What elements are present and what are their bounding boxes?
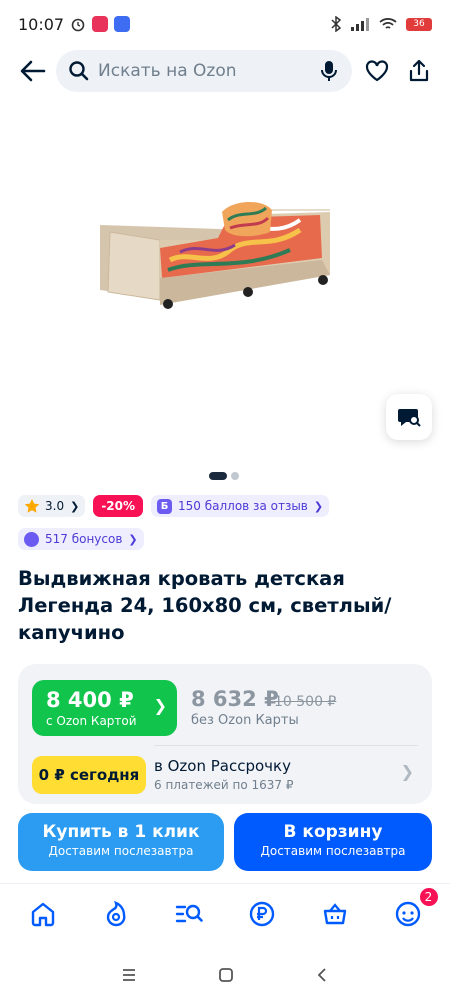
- chat-search-icon: [398, 409, 421, 427]
- chevron-right-icon: ❯: [128, 532, 138, 546]
- share-icon[interactable]: [406, 58, 432, 84]
- bluetooth-icon: [331, 16, 342, 32]
- installment-today-badge[interactable]: 0 ₽ сегодня: [32, 756, 146, 794]
- gallery-dot[interactable]: [231, 472, 239, 480]
- bonuses-label: 517 бонусов: [45, 532, 123, 546]
- installment-detail: 6 платежей по 1637 ₽: [154, 778, 294, 792]
- heart-icon[interactable]: [364, 58, 390, 84]
- rating-chip[interactable]: 3.0 ❯: [18, 495, 86, 517]
- product-image: [100, 201, 330, 309]
- chat-with-seller-button[interactable]: [386, 394, 432, 440]
- recent-apps-icon[interactable]: [121, 968, 137, 982]
- add-to-cart-button[interactable]: В корзину Доставим послезавтра: [234, 813, 432, 871]
- card-price: 8 400 ₽: [46, 688, 134, 712]
- search-icon: [69, 61, 89, 81]
- points-icon: Б: [157, 498, 173, 514]
- bonus-badges: 517 бонусов ❯: [18, 528, 144, 550]
- signal-icon: [351, 18, 369, 31]
- chevron-right-icon[interactable]: ❯: [401, 762, 414, 781]
- price-card: 8 400 ₽ с Ozon Картой ❯ 8 632 ₽ 10 500 ₽…: [18, 664, 432, 804]
- bottom-nav: 2: [0, 883, 450, 943]
- buy-one-click-button[interactable]: Купить в 1 клик Доставим послезавтра: [18, 813, 224, 871]
- status-time: 10:07: [18, 14, 65, 34]
- chevron-right-icon: ❯: [313, 499, 324, 513]
- star-icon: [24, 499, 40, 513]
- product-badges: 3.0 ❯ -20% Б 150 баллов за отзыв ❯: [18, 495, 330, 517]
- installment-title[interactable]: в Ozon Рассрочку: [154, 757, 291, 775]
- divider: [154, 745, 418, 746]
- regular-price-label: без Ozon Карты: [191, 713, 299, 728]
- gallery-pagination: [209, 472, 239, 480]
- product-gallery[interactable]: [0, 100, 450, 450]
- nav-profile[interactable]: 2: [390, 885, 440, 932]
- rating-value: 3.0: [45, 499, 65, 513]
- back-triangle-icon[interactable]: [315, 967, 329, 983]
- back-arrow-icon[interactable]: [18, 56, 48, 86]
- status-bar: 10:07 36: [0, 0, 450, 48]
- bonuses-chip[interactable]: 517 бонусов ❯: [18, 528, 144, 550]
- search-placeholder: Искать на Ozon: [98, 61, 237, 81]
- product-title: Выдвижная кровать детская Легенда 24, 16…: [18, 567, 392, 644]
- profile-face-icon: [395, 901, 420, 926]
- home-icon: [31, 902, 54, 926]
- tiktok-icon: [92, 16, 109, 32]
- fresh-icon: [106, 900, 125, 926]
- nav-finance[interactable]: [244, 896, 280, 932]
- chevron-right-icon: ❯: [153, 696, 167, 715]
- nav-cart[interactable]: [317, 896, 353, 932]
- search-input[interactable]: Искать на Ozon: [56, 50, 352, 92]
- card-price-label: с Ozon Картой: [46, 714, 137, 728]
- nav-fresh[interactable]: [98, 896, 134, 932]
- discount-badge: -20%: [93, 495, 144, 517]
- search-header: Искать на Ozon: [0, 48, 450, 94]
- wifi-icon: [379, 18, 397, 29]
- alarm-icon: [71, 18, 85, 32]
- battery-level: 36: [413, 19, 425, 29]
- home-square-icon[interactable]: [218, 967, 234, 983]
- battery-icon: 36: [406, 17, 432, 31]
- add-to-cart-label: В корзину: [283, 822, 383, 842]
- old-price: 10 500 ₽: [274, 694, 337, 710]
- app-notification-icon: [114, 16, 131, 32]
- nav-catalog[interactable]: [171, 896, 207, 932]
- add-to-cart-delivery: Доставим послезавтра: [260, 844, 406, 858]
- chevron-right-icon: ❯: [70, 499, 80, 513]
- review-points-chip[interactable]: Б 150 баллов за отзыв ❯: [151, 495, 330, 517]
- bonus-coin-icon: [24, 531, 39, 547]
- basket-icon: [323, 902, 346, 924]
- nav-home[interactable]: [25, 896, 61, 932]
- ozon-card-price-button[interactable]: 8 400 ₽ с Ozon Картой ❯: [32, 680, 177, 736]
- review-points-label: 150 баллов за отзыв: [178, 499, 308, 513]
- gallery-dot-active[interactable]: [209, 472, 227, 480]
- catalog-search-icon: [175, 904, 203, 922]
- microphone-icon[interactable]: [318, 59, 340, 83]
- regular-price: 8 632 ₽: [191, 687, 279, 711]
- buy-one-click-label: Купить в 1 клик: [42, 822, 200, 842]
- buy-one-click-delivery: Доставим послезавтра: [48, 844, 194, 858]
- system-nav-bar: [0, 950, 450, 1000]
- ruble-icon: [249, 901, 274, 926]
- profile-notification-badge: 2: [417, 885, 440, 908]
